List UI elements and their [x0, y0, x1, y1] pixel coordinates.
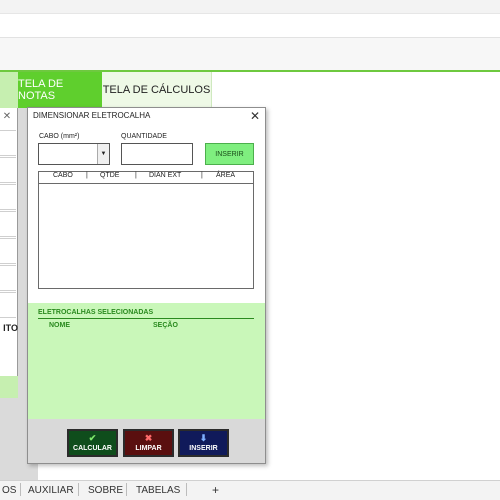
checkmark-icon: ✔: [88, 433, 97, 443]
sheet-tab-auxiliar[interactable]: AUXILIAR: [28, 482, 74, 498]
cabo-label: CABO (mm²): [39, 133, 80, 140]
tab-divider: [126, 483, 127, 496]
top-strip: [0, 0, 500, 14]
calcular-label: CALCULAR: [73, 445, 112, 452]
selected-col-nome: NOME: [49, 322, 70, 329]
selected-title: ELETROCALHAS SELECIONADAS: [38, 309, 154, 316]
sheet-tab-sobre[interactable]: SOBRE: [88, 482, 123, 498]
calcular-button[interactable]: ✔ CALCULAR: [67, 429, 118, 457]
toolbar-area: [0, 38, 500, 72]
insert-cable-button[interactable]: INSERIR: [205, 143, 254, 165]
cable-list-header: CABO | QTDE | DIAN EXT | ÁREA: [39, 172, 253, 184]
tab-divider: [186, 483, 187, 496]
background-dialog-field[interactable]: [0, 265, 16, 291]
tab-tela-de-calculos[interactable]: TELA DE CÁLCULOS: [102, 72, 212, 108]
col-cabo: CABO: [53, 172, 73, 179]
dialog-title: DIMENSIONAR ELETROCALHA: [33, 111, 151, 120]
background-dialog-field[interactable]: [0, 130, 16, 156]
limpar-label: LIMPAR: [135, 445, 162, 452]
sheet-tab-os[interactable]: OS: [2, 482, 16, 498]
close-icon[interactable]: ✕: [247, 108, 263, 124]
background-dialog-green-panel: [0, 376, 18, 398]
quantidade-input[interactable]: [121, 143, 193, 165]
inserir-button[interactable]: ⬇ INSERIR: [178, 429, 229, 457]
col-separator: |: [201, 172, 203, 179]
selected-divider: [38, 318, 254, 319]
quantidade-label: QUANTIDADE: [121, 133, 167, 140]
col-separator: |: [135, 172, 137, 179]
col-separator: |: [86, 172, 88, 179]
background-dialog-field[interactable]: [0, 292, 16, 318]
chevron-down-icon[interactable]: ▼: [97, 144, 109, 164]
nav-left-fill: [0, 72, 18, 108]
background-dialog-field[interactable]: [0, 211, 16, 237]
x-icon: ✖: [144, 433, 153, 443]
col-dian-ext: DIAN EXT: [149, 172, 182, 179]
col-area: ÁREA: [216, 172, 236, 179]
background-dialog-close-icon[interactable]: ✕: [0, 111, 14, 123]
tab-tela-de-notas[interactable]: TELA DE NOTAS: [18, 72, 102, 108]
background-dialog-field[interactable]: [0, 157, 16, 183]
selected-col-secao: SEÇÃO: [153, 322, 178, 329]
tab-divider: [78, 483, 79, 496]
sheet-tabs-bar: [0, 480, 500, 500]
down-arrow-icon: ⬇: [199, 433, 208, 443]
sheet-tab-tabelas[interactable]: TABELAS: [136, 482, 180, 498]
add-sheet-icon[interactable]: +: [212, 482, 219, 498]
background-dialog-field[interactable]: [0, 184, 16, 210]
limpar-button[interactable]: ✖ LIMPAR: [123, 429, 174, 457]
background-dialog-field[interactable]: [0, 238, 16, 264]
selected-panel: [28, 303, 265, 419]
cable-list[interactable]: [38, 171, 254, 289]
inserir-label: INSERIR: [189, 445, 218, 452]
col-qtde: QTDE: [100, 172, 120, 179]
formula-bar-area: [0, 14, 500, 38]
background-dialog-label: ITO: [3, 323, 18, 333]
tab-divider: [20, 483, 21, 496]
